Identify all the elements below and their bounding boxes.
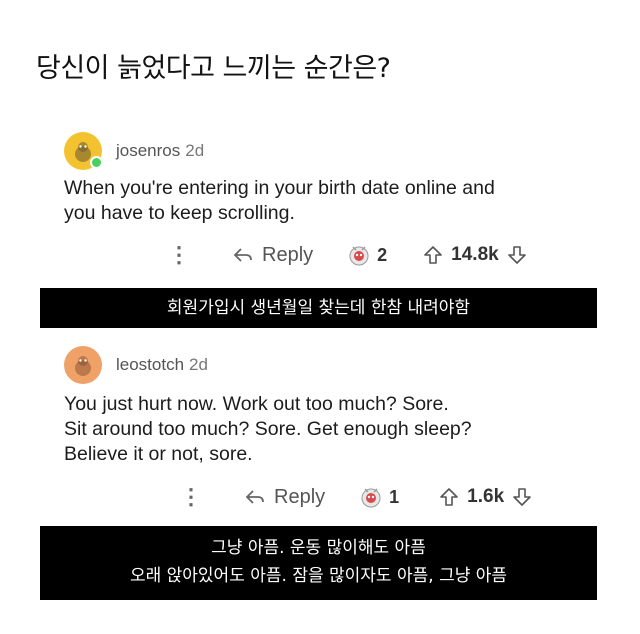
award-icon xyxy=(349,246,369,266)
more-options-icon[interactable]: ⋮ xyxy=(168,242,190,268)
upvote-arrow-icon[interactable] xyxy=(439,487,459,507)
reply-label: Reply xyxy=(274,485,326,508)
avatar[interactable] xyxy=(64,346,102,384)
translation-caption: 그냥 아픔. 운동 많이해도 아픔 오래 앉아있어도 아픔. 잠을 많이자도 아… xyxy=(40,526,597,600)
comment-username[interactable]: josenros xyxy=(116,141,180,161)
downvote-arrow-icon[interactable] xyxy=(507,245,527,265)
snoo-avatar-icon xyxy=(75,356,91,376)
reply-label: Reply xyxy=(262,243,314,266)
reply-arrow-icon xyxy=(245,490,264,504)
reply-button[interactable]: Reply xyxy=(232,244,313,267)
upvote-arrow-icon[interactable] xyxy=(423,245,443,265)
comment-header: leostotch 2d xyxy=(64,346,208,384)
downvote-arrow-icon[interactable] xyxy=(512,487,532,507)
comment-line: you have to keep scrolling. xyxy=(64,202,295,224)
caption-line: 회원가입시 생년월일 찾는데 한참 내려야함 xyxy=(166,298,471,318)
reply-button[interactable]: Reply xyxy=(244,486,325,509)
caption-line: 오래 앉아있어도 아픔. 잠을 많이자도 아픔, 그냥 아픔 xyxy=(129,566,508,586)
comment-card: leostotch 2d You just hurt now. Work out… xyxy=(40,332,597,522)
comment-body: When you're entering in your birth date … xyxy=(64,176,495,226)
comment-line: Sit around too much? Sore. Get enough sl… xyxy=(64,418,472,440)
comment-username[interactable]: leostotch xyxy=(116,355,184,375)
vote-score: 1.6k xyxy=(467,486,505,507)
award-button[interactable]: 2 xyxy=(347,243,387,267)
comment-card: josenros 2d When you're entering in your… xyxy=(40,118,597,284)
comment-line: When you're entering in your birth date … xyxy=(64,177,495,199)
award-count: 1 xyxy=(389,486,400,507)
comment-line: You just hurt now. Work out too much? So… xyxy=(64,393,449,415)
award-button[interactable]: 1 xyxy=(359,485,399,509)
comment-actions: ⋮ Reply 1 1.6k xyxy=(180,484,532,510)
award-count: 2 xyxy=(377,244,388,265)
comment-actions: ⋮ Reply 2 14.8k xyxy=(168,242,527,268)
page-title: 당신이 늙었다고 느끼는 순간은? xyxy=(36,53,391,84)
award-icon xyxy=(361,488,381,508)
more-options-icon[interactable]: ⋮ xyxy=(180,484,202,510)
comment-line: Believe it or not, sore. xyxy=(64,443,253,465)
vote-controls: 1.6k xyxy=(439,486,532,508)
reply-arrow-icon xyxy=(233,248,252,262)
caption-line: 그냥 아픔. 운동 많이해도 아픔 xyxy=(211,538,426,558)
comment-header: josenros 2d xyxy=(64,132,204,170)
vote-controls: 14.8k xyxy=(423,244,527,266)
comment-body: You just hurt now. Work out too much? So… xyxy=(64,392,472,467)
comment-age: 2d xyxy=(189,355,208,374)
comment-age: 2d xyxy=(185,141,205,160)
translation-caption: 회원가입시 생년월일 찾는데 한참 내려야함 xyxy=(40,288,597,328)
online-indicator-icon xyxy=(90,156,103,169)
vote-score: 14.8k xyxy=(451,244,499,265)
avatar[interactable] xyxy=(64,132,103,170)
